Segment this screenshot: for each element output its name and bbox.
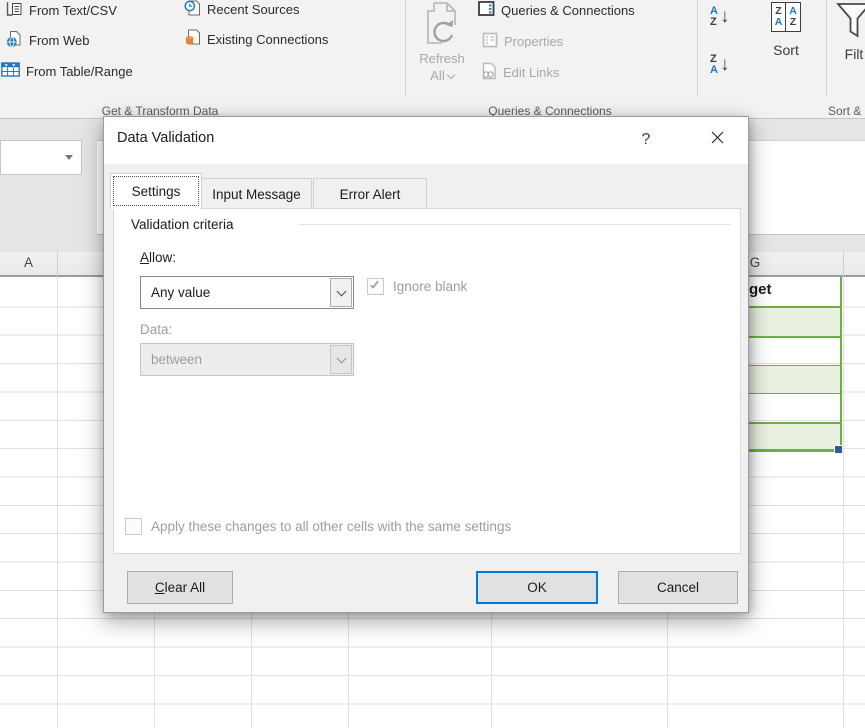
allow-combobox-dropdown-button[interactable] [330,278,352,307]
data-combobox-value: between [151,352,203,367]
tab-error-alert-label: Error Alert [339,186,401,202]
properties-icon [482,32,498,51]
allow-combobox[interactable]: Any value [140,276,354,309]
help-button[interactable]: ? [632,127,660,153]
checkmark-icon [370,279,379,289]
filter-button[interactable]: Filt [834,2,865,63]
refresh-icon [422,1,462,50]
chevron-down-icon [336,286,346,296]
cancel-label: Cancel [656,580,700,595]
budget-cell-text: get [749,281,772,298]
refresh-all-label-1: Refresh [419,51,465,66]
sort-dialog-icon: ZA AZ [771,2,801,32]
range-border-right [840,277,842,452]
from-web-label: From Web [29,33,90,48]
sort-ascending-button[interactable]: AZ ↓ [710,6,729,28]
recent-sources-clock-icon [184,0,201,19]
edit-links-button: Edit Links [480,62,559,83]
from-web-button[interactable]: From Web [6,30,89,51]
filter-label: Filt [844,46,864,62]
fill-handle[interactable] [834,445,842,453]
tab-input-message[interactable]: Input Message [201,178,312,209]
data-combobox-dropdown-button [330,345,352,374]
apply-changes-checkbox [125,518,142,535]
dialog-titlebar[interactable]: Data Validation ? [104,117,748,164]
ok-button[interactable]: OK [476,571,598,604]
tab-settings-label: Settings [131,184,181,199]
ribbon-separator [405,0,406,96]
sort-descending-button[interactable]: ZA ↓ [710,54,729,76]
text-csv-file-icon [6,1,23,20]
name-box-dropdown-icon [65,155,73,160]
queries-connections-label: Queries & Connections [501,3,635,18]
apply-changes-label: Apply these changes to all other cells w… [151,519,512,534]
sort-label: Sort [773,42,799,58]
edit-links-label: Edit Links [503,65,560,80]
chevron-down-icon [336,353,346,363]
close-icon [711,131,724,149]
from-text-csv-label: From Text/CSV [29,3,117,18]
from-text-csv-button[interactable]: From Text/CSV [6,1,117,20]
web-globe-icon [6,30,23,51]
section-rule [299,224,731,225]
data-combobox: between [140,343,354,376]
from-table-range-button[interactable]: From Table/Range [1,62,133,80]
header-gridline [843,252,844,277]
ignore-blank-label: Ignore blank [393,279,468,294]
sort-az-icon: AZ [710,5,718,28]
sort-button[interactable]: ZA AZ Sort [758,2,814,59]
allow-combobox-value: Any value [151,285,211,300]
ok-label: OK [527,580,547,595]
properties-button: Properties [482,32,563,51]
clear-all-button[interactable]: Clear All [127,571,233,604]
settings-panel: Validation criteria Allow: Any value Ign… [113,208,741,554]
data-label: Data: [140,322,173,337]
from-table-range-label: From Table/Range [26,63,133,79]
recent-sources-button[interactable]: Recent Sources [184,0,300,19]
ribbon-separator [697,0,698,96]
dropdown-chevron-icon [446,70,455,80]
clear-all-label: Clear All [154,580,206,595]
cancel-button[interactable]: Cancel [618,571,738,604]
header-gridline [57,252,58,277]
down-arrow-icon: ↓ [719,6,730,27]
down-arrow-icon: ↓ [719,54,730,75]
refresh-all-label-2: All [430,67,455,84]
gridline [57,277,58,728]
validation-criteria-heading: Validation criteria [131,217,234,232]
data-validation-dialog: Data Validation ? Settings Input Message… [103,116,749,613]
database-icon [184,29,201,49]
queries-connections-button[interactable]: Queries & Connections [478,1,635,20]
recent-sources-label: Recent Sources [207,2,300,17]
tab-error-alert[interactable]: Error Alert [313,178,427,209]
chain-link-icon [480,62,497,83]
gridline [843,277,844,728]
sort-za-icon: ZA [710,53,718,76]
ignore-blank-checkbox [367,278,384,295]
refresh-all-button: Refresh All [410,1,474,84]
table-icon [1,62,20,80]
queries-pane-icon [478,1,495,20]
close-button[interactable] [698,126,736,154]
tab-input-message-label: Input Message [212,186,301,202]
existing-connections-label: Existing Connections [207,31,329,47]
funnel-icon [836,2,865,43]
tab-settings[interactable]: Settings [110,173,202,209]
properties-label: Properties [504,34,564,49]
ribbon-separator [826,0,827,96]
excel-window: From Text/CSV From Web From Table/Range … [0,0,865,728]
dialog-title: Data Validation [117,130,215,146]
group-label-sort-filter: Sort & [828,104,862,118]
existing-connections-button[interactable]: Existing Connections [184,29,328,49]
name-box[interactable] [0,140,82,175]
column-header-a[interactable]: A [0,255,57,270]
allow-label: Allow: [140,250,177,265]
ribbon: From Text/CSV From Web From Table/Range … [0,0,865,119]
